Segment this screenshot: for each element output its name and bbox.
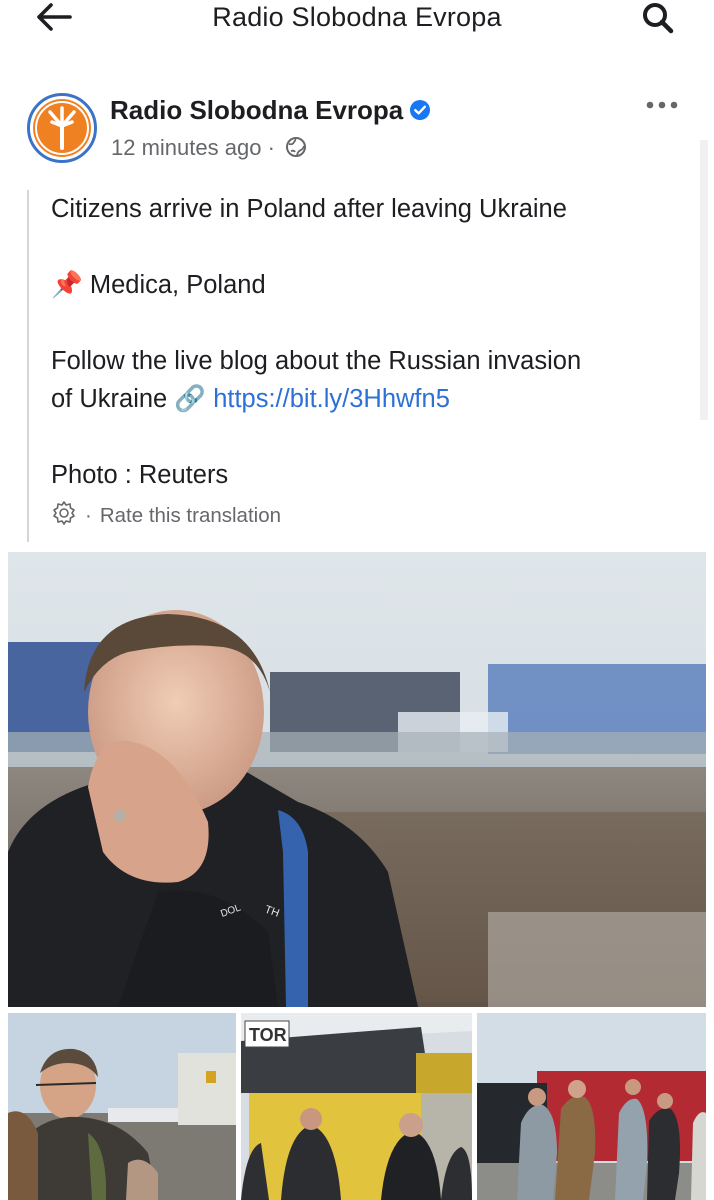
live-blog-line-2: of Ukraine 🔗 https://bit.ly/3Hhwfn5: [51, 380, 687, 418]
rate-translation-link[interactable]: Rate this translation: [100, 504, 281, 528]
location-text: Medica, Poland: [89, 271, 266, 299]
post-location: 📌 Medica, Poland: [51, 266, 687, 304]
page-title: Radio Slobodna Evropa: [212, 2, 502, 32]
search-icon: [643, 3, 674, 34]
live-blog-text: of Ukraine: [51, 385, 168, 413]
more-options-button[interactable]: [644, 97, 680, 113]
photo-thumbnails: TOR: [8, 1013, 706, 1200]
verified-badge-icon: [409, 97, 431, 128]
search-button[interactable]: [638, 2, 678, 34]
gear-icon[interactable]: [51, 500, 77, 532]
photo-people-near-truck: [477, 1013, 706, 1200]
link-icon: 🔗: [174, 385, 207, 413]
avatar[interactable]: [27, 93, 97, 163]
post-link[interactable]: https://bit.ly/3Hhwfn5: [213, 385, 450, 413]
main-photo[interactable]: DOL TH: [8, 552, 706, 1007]
thumbnail-1[interactable]: [8, 1013, 236, 1200]
rate-separator: ·: [85, 504, 92, 527]
author-label: Radio Slobodna Evropa: [110, 95, 404, 125]
post-text: Citizens arrive in Poland after leaving …: [27, 190, 687, 542]
thumbnail-2[interactable]: TOR: [241, 1013, 472, 1200]
post-time[interactable]: 12 minutes ago: [111, 135, 261, 160]
photo-woman-at-border: DOL TH: [8, 552, 706, 1007]
rate-translation-row: · Rate this translation: [51, 500, 687, 532]
top-app-bar: Radio Slobodna Evropa: [0, 0, 714, 36]
author-name[interactable]: Radio Slobodna Evropa: [110, 95, 431, 128]
meta-separator: ·: [267, 135, 275, 160]
scrollbar[interactable]: [700, 140, 708, 420]
post-header: Radio Slobodna Evropa 12 minutes ago ·: [0, 85, 714, 175]
photo-credit: Photo : Reuters: [51, 461, 229, 489]
photo-man-with-backpack: [8, 1013, 236, 1200]
live-blog-line-1: Follow the live blog about the Russian i…: [51, 347, 582, 375]
pushpin-icon: 📌: [51, 271, 83, 299]
thumbnail-3[interactable]: [477, 1013, 706, 1200]
rfe-logo-icon: [33, 99, 91, 157]
more-horizontal-icon: [646, 101, 678, 109]
globe-icon: [285, 136, 307, 164]
booth-sign-text: TOR: [249, 1025, 287, 1045]
post-meta: 12 minutes ago ·: [111, 135, 307, 164]
photo-border-booth: TOR: [241, 1013, 472, 1200]
post-headline: Citizens arrive in Poland after leaving …: [51, 195, 567, 223]
